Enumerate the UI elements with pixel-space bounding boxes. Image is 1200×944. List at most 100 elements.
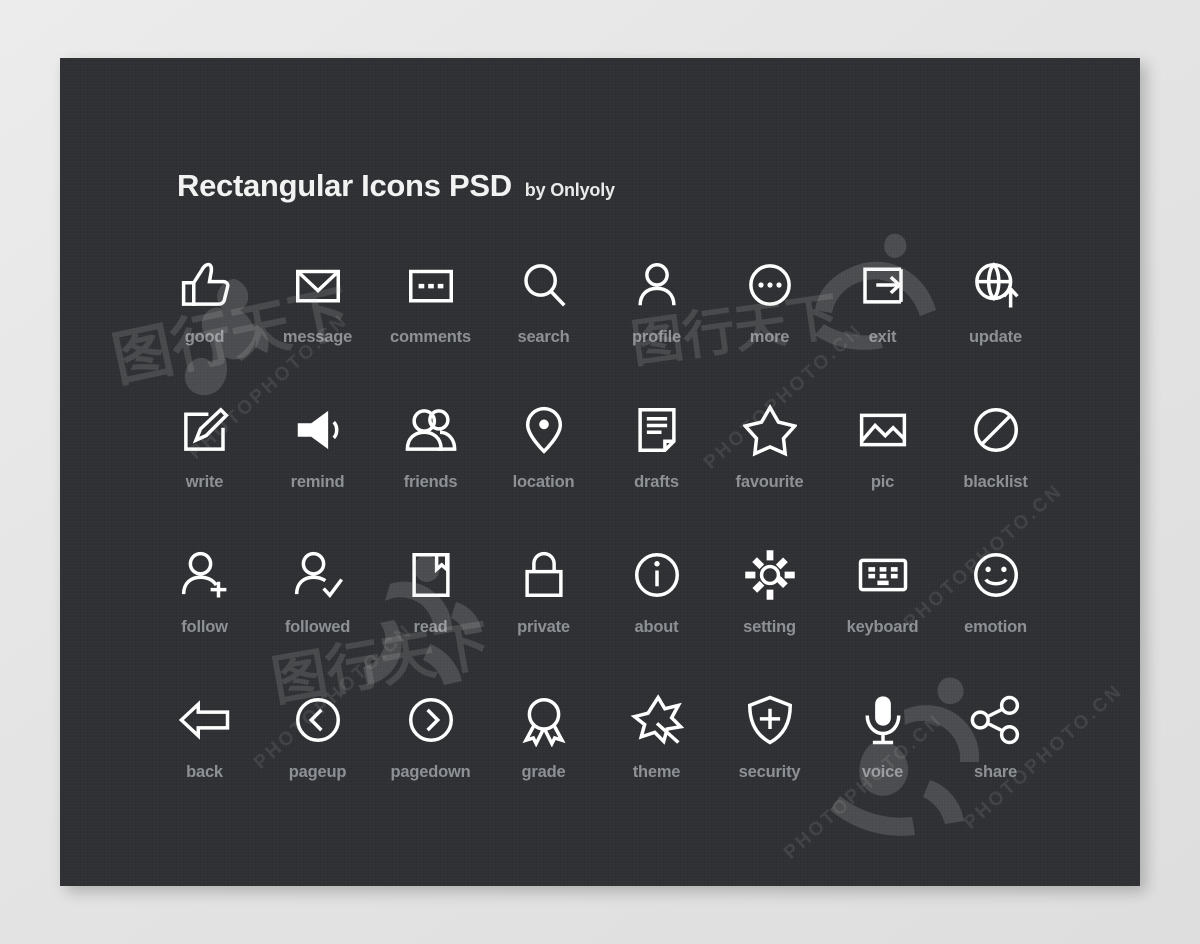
bookmark-page-icon xyxy=(400,544,462,606)
padlock-icon xyxy=(513,544,575,606)
icon-label: location xyxy=(512,473,575,491)
gear-icon xyxy=(739,544,801,606)
icon-label: message xyxy=(282,328,353,346)
icon-cell-comments[interactable]: comments xyxy=(374,254,487,399)
chevron-left-circle-icon xyxy=(287,689,349,751)
person-check-icon xyxy=(287,544,349,606)
icon-cell-private[interactable]: private xyxy=(487,544,600,689)
icon-label: follow xyxy=(181,618,228,636)
icon-label: pageup xyxy=(288,763,347,781)
icon-label: update xyxy=(969,328,1022,346)
icon-label: read xyxy=(413,618,448,636)
info-circle-icon xyxy=(626,544,688,606)
icon-label: search xyxy=(517,328,570,346)
star-icon xyxy=(739,399,801,461)
keyboard-icon xyxy=(852,544,914,606)
icon-cell-blacklist[interactable]: blacklist xyxy=(939,399,1052,544)
globe-up-arrow-icon xyxy=(965,254,1027,316)
icon-cell-security[interactable]: security xyxy=(713,689,826,834)
icon-label: write xyxy=(185,473,224,491)
chevron-right-circle-icon xyxy=(400,689,462,751)
icon-cell-followed[interactable]: followed xyxy=(261,544,374,689)
icon-label: blacklist xyxy=(963,473,1028,491)
shield-plus-icon xyxy=(739,689,801,751)
icon-cell-about[interactable]: about xyxy=(600,544,713,689)
icon-label: share xyxy=(973,763,1018,781)
icon-cell-more[interactable]: more xyxy=(713,254,826,399)
icon-label: private xyxy=(517,618,570,636)
magnifier-icon xyxy=(513,254,575,316)
smiley-icon xyxy=(965,544,1027,606)
pencil-square-icon xyxy=(174,399,236,461)
speaker-icon xyxy=(287,399,349,461)
icon-cell-emotion[interactable]: emotion xyxy=(939,544,1052,689)
icon-cell-exit[interactable]: exit xyxy=(826,254,939,399)
icon-cell-remind[interactable]: remind xyxy=(261,399,374,544)
icon-cell-search[interactable]: search xyxy=(487,254,600,399)
icon-cell-friends[interactable]: friends xyxy=(374,399,487,544)
icon-cell-theme[interactable]: theme xyxy=(600,689,713,834)
icon-cell-follow[interactable]: follow xyxy=(148,544,261,689)
page-title: Rectangular Icons PSD xyxy=(177,168,512,203)
envelope-icon xyxy=(287,254,349,316)
icon-label: exit xyxy=(868,328,897,346)
share-nodes-icon xyxy=(965,689,1027,751)
thumbs-up-icon xyxy=(174,254,236,316)
icon-cell-read[interactable]: read xyxy=(374,544,487,689)
document-icon xyxy=(626,399,688,461)
icon-label: back xyxy=(186,763,223,781)
icon-label: profile xyxy=(631,328,682,346)
icon-cell-back[interactable]: back xyxy=(148,689,261,834)
icon-cell-update[interactable]: update xyxy=(939,254,1052,399)
icon-label: theme xyxy=(632,763,681,781)
icon-label: remind xyxy=(290,473,345,491)
icon-cell-pageup[interactable]: pageup xyxy=(261,689,374,834)
icon-label: drafts xyxy=(634,473,679,491)
icon-cell-pagedown[interactable]: pagedown xyxy=(374,689,487,834)
icon-set-poster: PHOTOPHOTO.CN PHOTOPHOTO.CN PHOTOPHOTO.C… xyxy=(60,58,1140,886)
icon-cell-location[interactable]: location xyxy=(487,399,600,544)
microphone-icon xyxy=(852,689,914,751)
icon-label: more xyxy=(749,328,790,346)
icon-cell-profile[interactable]: profile xyxy=(600,254,713,399)
icon-cell-keyboard[interactable]: keyboard xyxy=(826,544,939,689)
map-pin-icon xyxy=(513,399,575,461)
icon-label: good xyxy=(184,328,225,346)
screenshot-root: PHOTOPHOTO.CN PHOTOPHOTO.CN PHOTOPHOTO.C… xyxy=(0,0,1200,944)
icon-cell-grade[interactable]: grade xyxy=(487,689,600,834)
icon-label: keyboard xyxy=(846,618,919,636)
icon-label: pagedown xyxy=(390,763,471,781)
icon-cell-share[interactable]: share xyxy=(939,689,1052,834)
icon-label: voice xyxy=(861,763,904,781)
icon-cell-setting[interactable]: setting xyxy=(713,544,826,689)
picture-frame-icon xyxy=(852,399,914,461)
icon-label: friends xyxy=(403,473,458,491)
icon-label: about xyxy=(634,618,679,636)
icon-cell-voice[interactable]: voice xyxy=(826,689,939,834)
back-arrow-icon xyxy=(174,689,236,751)
icon-cell-good[interactable]: good xyxy=(148,254,261,399)
icon-label: favourite xyxy=(735,473,804,491)
poster-title-row: Rectangular Icons PSD by Onlyoly xyxy=(177,168,615,204)
icon-label: grade xyxy=(521,763,566,781)
person-plus-icon xyxy=(174,544,236,606)
person-icon xyxy=(626,254,688,316)
medal-icon xyxy=(513,689,575,751)
comment-box-icon xyxy=(400,254,462,316)
icon-cell-favourite[interactable]: favourite xyxy=(713,399,826,544)
ellipsis-circle-icon xyxy=(739,254,801,316)
icon-cell-write[interactable]: write xyxy=(148,399,261,544)
exit-arrow-icon xyxy=(852,254,914,316)
icon-label: pic xyxy=(870,473,895,491)
prohibition-icon xyxy=(965,399,1027,461)
icon-label: emotion xyxy=(964,618,1027,636)
author-byline: by Onlyoly xyxy=(524,180,615,200)
icon-label: comments xyxy=(390,328,471,346)
magic-wand-star-icon xyxy=(626,689,688,751)
icon-cell-message[interactable]: message xyxy=(261,254,374,399)
icon-cell-drafts[interactable]: drafts xyxy=(600,399,713,544)
icon-label: followed xyxy=(284,618,351,636)
icon-cell-pic[interactable]: pic xyxy=(826,399,939,544)
icon-grid: good message comments search profile mor… xyxy=(148,254,1052,834)
icon-label: security xyxy=(738,763,801,781)
